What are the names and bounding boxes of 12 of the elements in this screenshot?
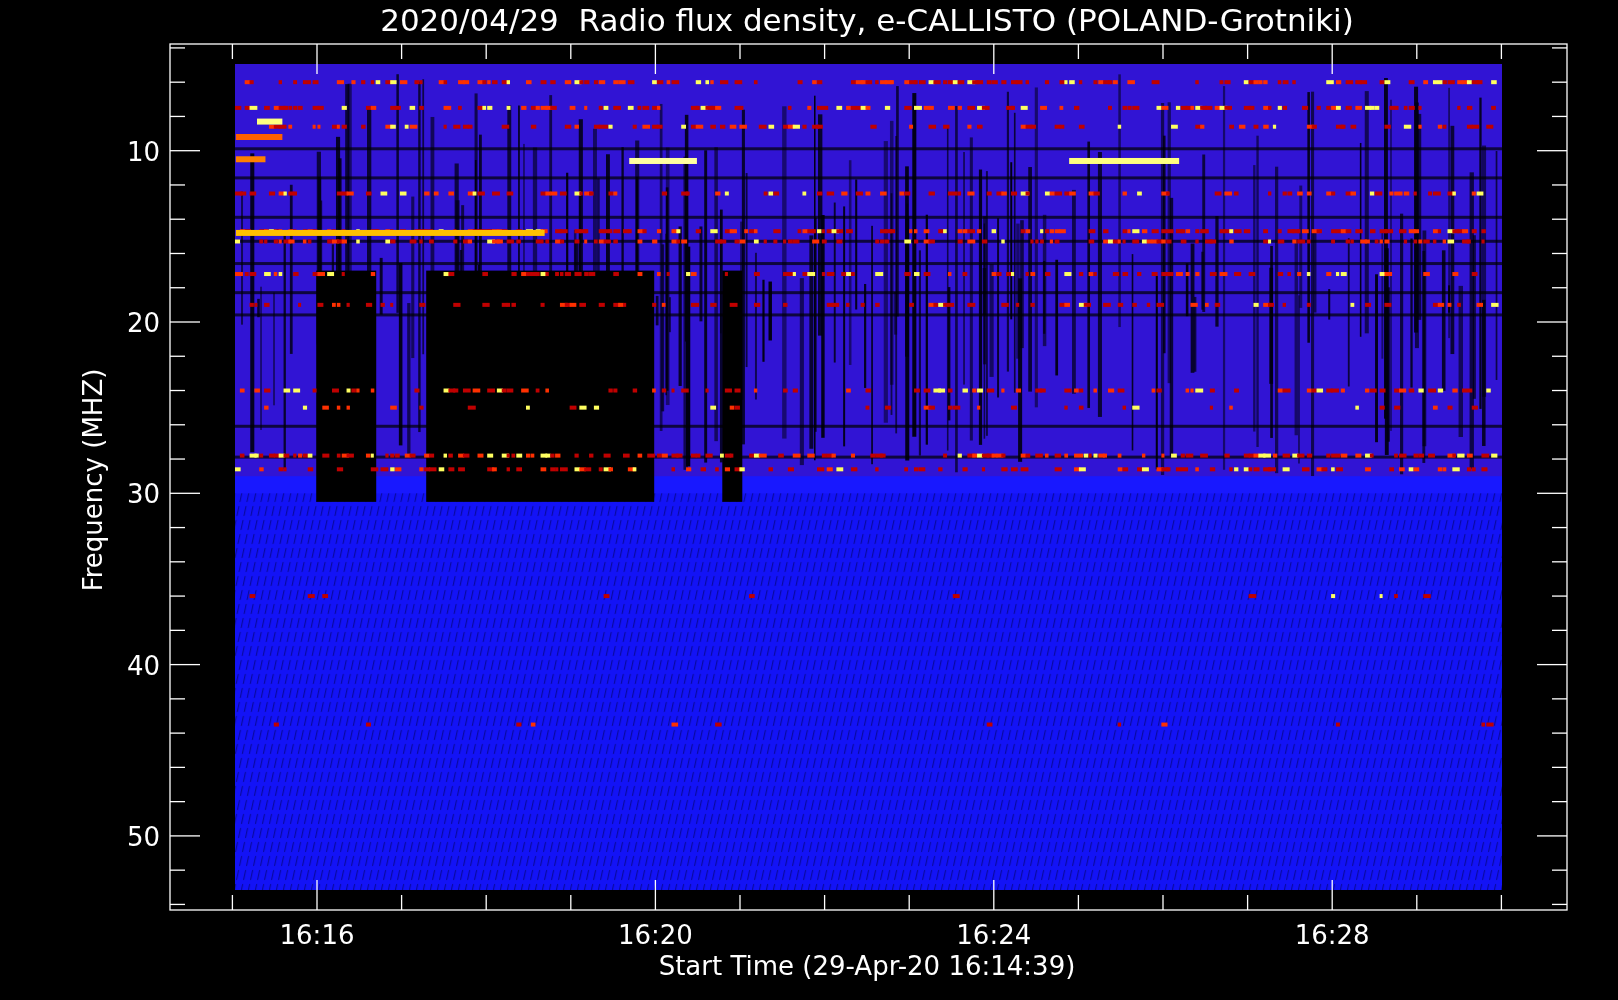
tick-label: 50	[126, 821, 160, 852]
axis-label: Start Time (29-Apr-20 16:14:39)	[658, 951, 1076, 981]
chart-title: 2020/04/29 Radio flux density, e-CALLISTO (POLAND-Grotniki)	[380, 2, 1354, 38]
tick-label: 10	[126, 136, 160, 167]
tick-label: 16:20	[617, 920, 693, 950]
tick-label: 40	[126, 650, 160, 681]
tick-label: 20	[126, 308, 160, 338]
axis-label: Frequency (MHZ)	[78, 368, 108, 592]
tick-label: 16:16	[279, 920, 355, 950]
tick-label: 16:28	[1294, 920, 1370, 950]
tick-label: 16:24	[956, 920, 1032, 950]
tick-label: 30	[126, 479, 160, 510]
